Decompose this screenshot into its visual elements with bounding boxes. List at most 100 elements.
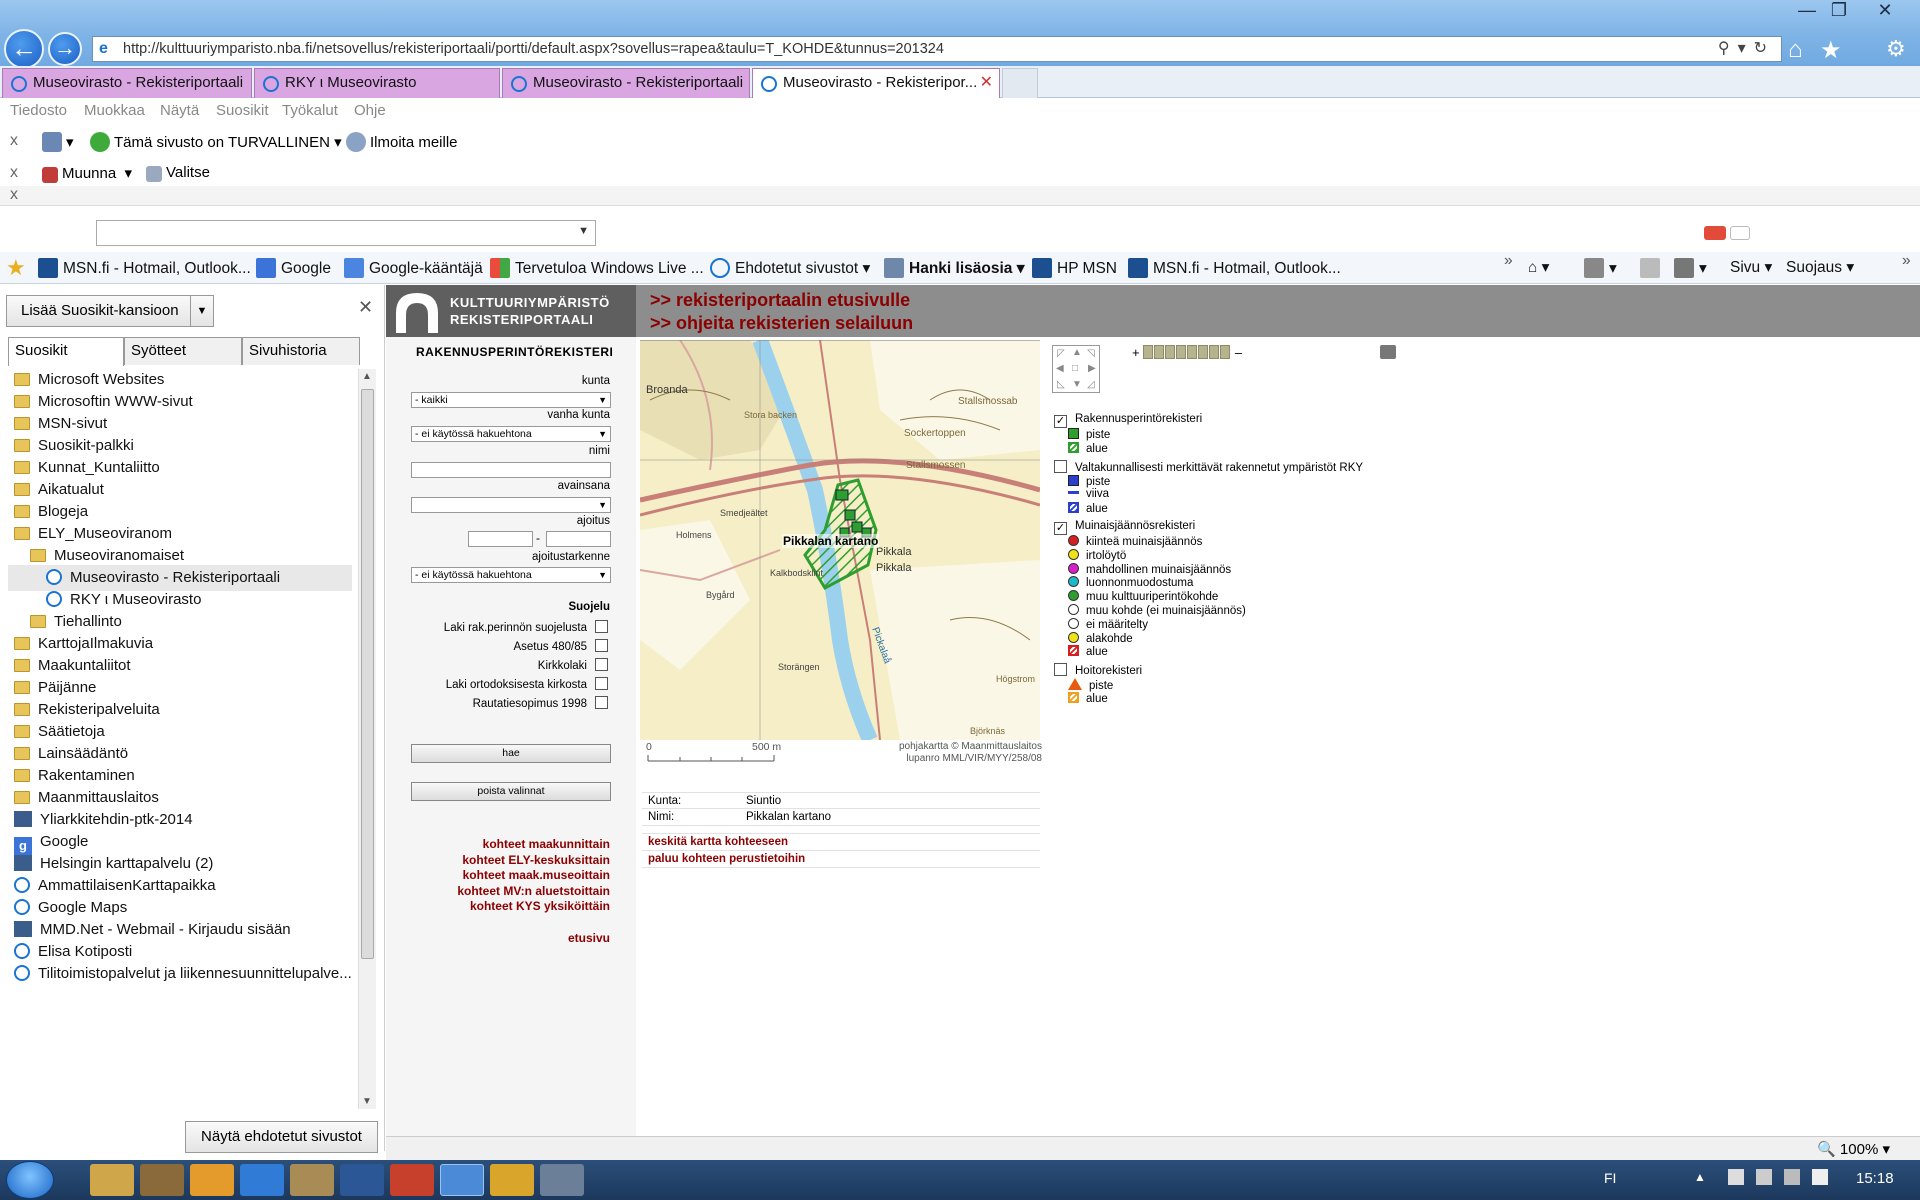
legend-layer[interactable]: Valtakunnallisesti merkittävät rakennetu… (1054, 459, 1363, 474)
zoom-control[interactable]: + – (1132, 345, 1242, 360)
fav-msn-1[interactable]: MSN.fi - Hotmail, Outlook... (38, 258, 251, 278)
close-window-button[interactable]: ✕ (1870, 0, 1900, 22)
print-icon[interactable] (1380, 345, 1396, 359)
rss-icon[interactable]: ▾ (1584, 258, 1617, 278)
chevron-more-icon[interactable]: » (1504, 252, 1513, 270)
gear-icon[interactable]: ⚙ (1886, 36, 1906, 62)
home-icon[interactable]: ⌂ ▾ (1528, 258, 1549, 277)
clear-button[interactable]: poista valinnat (411, 782, 611, 801)
add-to-favorites-button[interactable]: Lisää Suosikit-kansioon (6, 295, 214, 327)
wifi-icon[interactable]: ▾ (42, 132, 74, 152)
menu-help[interactable]: Ohje (354, 102, 386, 119)
ajoitus-from-input[interactable] (468, 531, 533, 547)
toolbar-close-icon[interactable]: x (10, 132, 18, 150)
fav-addons[interactable]: Hanki lisäosia ▾ (884, 258, 1024, 278)
safe-site-indicator[interactable]: Tämä sivusto on TURVALLINEN ▾ (90, 132, 342, 152)
map-view[interactable]: Broanda Stora backen Stallsmossab Socker… (640, 340, 1040, 740)
tab-3[interactable]: Museovirasto - Rekisteriportaali (502, 68, 750, 98)
pan-left-icon[interactable]: ◀ (1056, 363, 1064, 374)
fav-windows-live[interactable]: Tervetuloa Windows Live ... (490, 258, 704, 278)
toolbar-close-icon[interactable]: x (10, 164, 18, 182)
menu-favorites[interactable]: Suosikit (216, 102, 269, 119)
language-indicator[interactable]: FI (1604, 1170, 1616, 1186)
search-icon[interactable]: ⚲ (1718, 40, 1738, 57)
map-pan-control[interactable]: ◸ ▲ ◹ ◀ □ ▶ ◺ ▼ ◿ (1052, 345, 1100, 393)
checkbox[interactable] (595, 696, 608, 709)
forward-button[interactable]: → (48, 32, 82, 66)
dropdown-icon[interactable]: ▾ (1738, 40, 1754, 57)
nimi-input[interactable] (411, 462, 611, 478)
suojelu-option[interactable]: Asetus 480/85 (513, 639, 608, 653)
link-center-map[interactable]: keskitä kartta kohteeseen (642, 834, 1040, 851)
print-icon[interactable]: ▾ (1674, 258, 1707, 278)
favorites-scrollbar[interactable]: ▲ ▼ (358, 369, 376, 1109)
tray-expand-icon[interactable]: ▲ (1694, 1170, 1706, 1184)
search-button[interactable]: hae (411, 744, 611, 763)
scroll-thumb[interactable] (361, 389, 374, 959)
refresh-icon[interactable]: ↻ (1754, 40, 1775, 57)
chevron-down-icon[interactable]: ▼ (190, 295, 214, 327)
tab-2[interactable]: RKY ι Museovirasto (254, 68, 500, 98)
pan-nw-icon[interactable]: ◸ (1057, 348, 1065, 359)
zoom-in-icon[interactable]: + (1132, 345, 1140, 360)
close-icon[interactable]: ✕ (358, 297, 373, 318)
page-menu[interactable]: Sivu ▾ (1730, 258, 1772, 277)
pan-se-icon[interactable]: ◿ (1087, 379, 1095, 390)
ie-active-icon[interactable] (440, 1164, 484, 1196)
clock[interactable]: 15:18 (1856, 1170, 1894, 1187)
mail-icon[interactable] (1640, 258, 1665, 278)
archive-icon[interactable] (290, 1164, 334, 1196)
pan-ne-icon[interactable]: ◹ (1087, 348, 1095, 359)
link-frontpage[interactable]: etusivu (568, 931, 610, 945)
app-icon[interactable] (540, 1164, 584, 1196)
select-button[interactable]: Valitse (146, 164, 210, 182)
link-by-kys[interactable]: kohteet KYS yksiköittäin (470, 899, 610, 913)
link-by-region[interactable]: kohteet maakunnittain (483, 837, 610, 851)
start-button[interactable] (6, 1161, 54, 1199)
pan-center-icon[interactable]: □ (1072, 363, 1078, 374)
suojelu-option[interactable]: Laki ortodoksisesta kirkosta (446, 677, 608, 691)
legend-layer[interactable]: ✓ Muinaisjäännösrekisteri (1054, 520, 1195, 535)
avainsana-select[interactable]: ▼ (411, 497, 611, 513)
network-icon[interactable] (1784, 1169, 1800, 1185)
layer-checkbox[interactable]: ✓ (1054, 522, 1067, 535)
layer-checkbox[interactable] (1054, 663, 1067, 677)
explorer-icon[interactable] (90, 1164, 134, 1196)
notes-icon[interactable] (490, 1164, 534, 1196)
ajoitus-to-input[interactable] (546, 531, 611, 547)
flag-icon[interactable] (1728, 1169, 1744, 1185)
suojelu-option[interactable]: Laki rak.perinnön suojelusta (444, 620, 608, 634)
kunta-select[interactable]: - kaikki ▼ (411, 392, 611, 408)
checkbox[interactable] (595, 639, 608, 652)
device-icon[interactable] (1756, 1169, 1772, 1185)
tab-4-active[interactable]: Museovirasto - Rekisteripor... ✕ (752, 68, 1000, 98)
tab-close-icon[interactable]: ✕ (980, 69, 993, 97)
gplus-icon[interactable] (1704, 226, 1726, 240)
pan-sw-icon[interactable]: ◺ (1057, 379, 1065, 390)
checkbox[interactable] (595, 620, 608, 633)
tab-1[interactable]: Museovirasto - Rekisteriportaali (2, 68, 252, 98)
outlook-icon[interactable] (190, 1164, 234, 1196)
checkbox[interactable] (595, 677, 608, 690)
ajoitustarkenne-select[interactable]: - ei käytössä hakuehtona ▼ (411, 567, 611, 583)
vanha-kunta-select[interactable]: - ei käytössä hakuehtona ▼ (411, 426, 611, 442)
portal-logo[interactable]: KULTTUURIYMPÄRISTÖ REKISTERIPORTAALI (386, 285, 636, 337)
back-button[interactable]: ← (4, 29, 44, 69)
chevron-down-icon[interactable]: ▼ (578, 225, 589, 237)
tab-feeds[interactable]: Syötteet (124, 337, 242, 365)
suojelu-option[interactable]: Kirkkolaki (538, 658, 608, 672)
link-portal-home[interactable]: >> rekisteriportaalin etusivulle (650, 290, 910, 311)
suojelu-option[interactable]: Rautatiesopimus 1998 (473, 696, 608, 710)
legend-layer[interactable]: ✓ Rakennusperintörekisteri (1054, 413, 1202, 428)
fav-google-translate[interactable]: Google-kääntäjä (344, 258, 483, 278)
address-controls[interactable]: ⚲▾↻ (1718, 37, 1775, 61)
home-icon[interactable]: ⌂ (1788, 36, 1803, 64)
menu-edit[interactable]: Muokkaa (84, 102, 145, 119)
share-icon[interactable] (1730, 226, 1750, 240)
toolbar-close-icon[interactable]: x (10, 186, 18, 204)
new-tab-button[interactable] (1002, 68, 1038, 98)
report-button[interactable]: Ilmoita meille (346, 132, 458, 152)
convert-button[interactable]: Muunna ▾ (42, 164, 132, 183)
show-suggested-sites-button[interactable]: Näytä ehdotetut sivustot (185, 1121, 378, 1153)
zoom-out-icon[interactable]: – (1235, 345, 1242, 360)
